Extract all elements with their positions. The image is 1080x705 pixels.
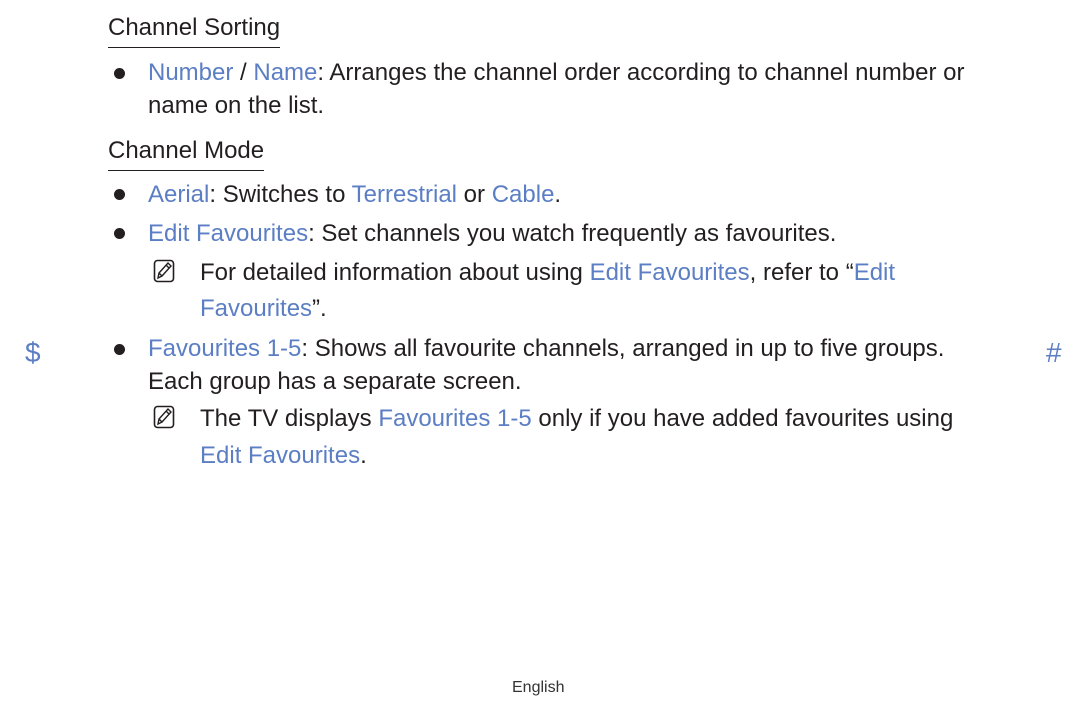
bullet-icon bbox=[114, 189, 125, 200]
note-text: ”. bbox=[312, 295, 327, 322]
note-text: , refer to “ bbox=[749, 259, 854, 286]
bullet-icon bbox=[114, 228, 125, 239]
item-text: or bbox=[457, 181, 492, 208]
note-edit-favourites-reference: For detailed information about using Edi… bbox=[200, 255, 1040, 327]
keyword-cable: Cable bbox=[491, 181, 555, 208]
sorting-item-number-name: Number / Name: Arranges the channel orde… bbox=[148, 56, 1048, 122]
margin-mark-left: $ bbox=[25, 337, 41, 368]
note-favourites-condition: The TV displays Favourites 1-5 only if y… bbox=[200, 400, 1040, 474]
section-heading-channel-mode: Channel Mode bbox=[108, 136, 265, 171]
bullet-icon bbox=[114, 68, 125, 79]
note-text: For detailed information about using bbox=[200, 259, 590, 286]
keyword-favourites-1-5: Favourites 1-5 bbox=[148, 335, 302, 362]
keyword-aerial: Aerial bbox=[148, 181, 210, 208]
footer-language: English bbox=[512, 679, 565, 696]
item-text-cont: name on the list. bbox=[148, 92, 325, 119]
keyword-edit-favourites: Edit Favourites bbox=[589, 259, 750, 286]
note-pencil-icon bbox=[153, 259, 175, 283]
keyword-terrestrial: Terrestrial bbox=[351, 181, 458, 208]
margin-mark-right: # bbox=[1046, 337, 1062, 368]
bullet-icon bbox=[114, 344, 125, 355]
item-text: . bbox=[554, 181, 562, 208]
keyword-favourites: Favourites bbox=[200, 295, 313, 322]
note-text: The TV displays bbox=[200, 405, 379, 432]
keyword-edit-favourites: Edit Favourites bbox=[200, 442, 361, 469]
mode-item-favourites-1-5: Favourites 1-5: Shows all favourite chan… bbox=[148, 332, 1048, 398]
item-text: : Set channels you watch frequently as f… bbox=[308, 220, 837, 247]
note-text: only if you have added favourites using bbox=[531, 405, 954, 432]
item-text-cont: Each group has a separate screen. bbox=[148, 368, 522, 395]
item-text: : Switches to bbox=[209, 181, 352, 208]
keyword-edit-favourites: Edit Favourites bbox=[148, 220, 309, 247]
mode-item-edit-favourites: Edit Favourites: Set channels you watch … bbox=[148, 217, 1048, 250]
section-heading-channel-sorting: Channel Sorting bbox=[108, 13, 281, 48]
mode-item-aerial: Aerial: Switches to Terrestrial or Cable… bbox=[148, 178, 1048, 211]
keyword-name: Name bbox=[253, 59, 318, 86]
keyword-favourites-1-5: Favourites 1-5 bbox=[378, 405, 532, 432]
item-text: : Arranges the channel order according t… bbox=[317, 59, 965, 86]
separator-text: / bbox=[233, 59, 254, 86]
keyword-number: Number bbox=[148, 59, 234, 86]
note-text: . bbox=[360, 442, 367, 469]
keyword-edit: Edit bbox=[853, 259, 896, 286]
item-text: : Shows all favourite channels, arranged… bbox=[301, 335, 945, 362]
note-pencil-icon bbox=[153, 405, 175, 429]
